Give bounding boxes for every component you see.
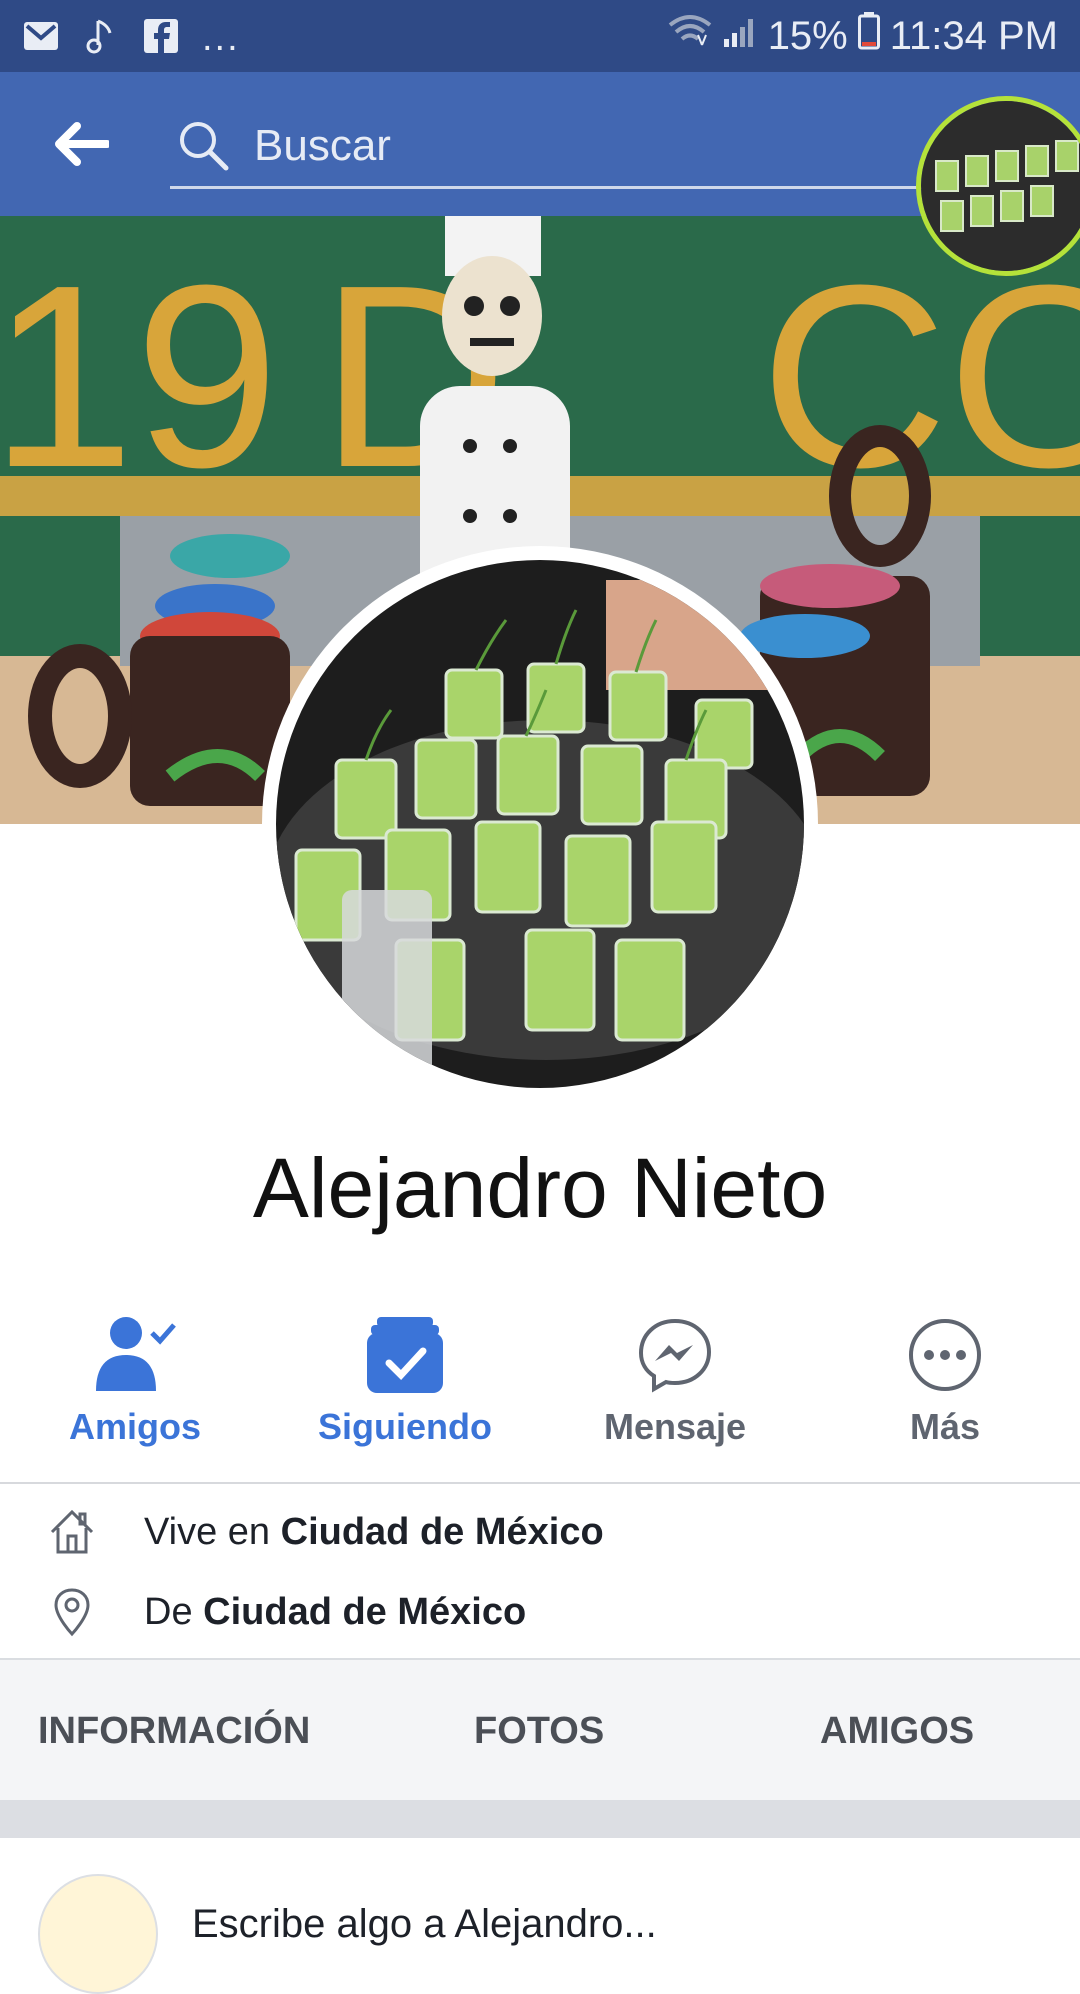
- following-button[interactable]: Siguiendo: [270, 1310, 540, 1480]
- composer-text: Escribe algo a Alejandro...: [192, 1902, 657, 1946]
- messenger-icon: [630, 1310, 720, 1400]
- back-arrow-icon: [55, 122, 109, 166]
- search-icon: [180, 122, 229, 171]
- profile-picture-image: [276, 560, 804, 1088]
- section-separator: [0, 1800, 1080, 1838]
- more-notifications: ...: [202, 16, 240, 59]
- following-label: Siguiendo: [318, 1406, 492, 1447]
- lives-in-row[interactable]: Vive en Ciudad de México: [0, 1492, 1080, 1572]
- search-input[interactable]: [252, 120, 816, 172]
- gmail-icon: [22, 17, 60, 55]
- tab-friends[interactable]: AMIGOS: [820, 1710, 974, 1753]
- wifi-icon: [668, 13, 712, 59]
- more-button[interactable]: Más: [810, 1310, 1080, 1480]
- composer-preview[interactable]: Escribe algo a Alejandro...: [0, 1838, 1080, 1994]
- lives-prefix: Vive en: [144, 1510, 271, 1553]
- battery-icon: [857, 12, 880, 60]
- from-city: Ciudad de México: [203, 1590, 527, 1633]
- more-label: Más: [909, 1406, 981, 1447]
- battery-percent: 15%: [767, 13, 848, 58]
- tab-photos[interactable]: FOTOS: [474, 1710, 604, 1753]
- profile-tabs: INFORMACIÓN FOTOS AMIGOS: [0, 1658, 1080, 1802]
- back-button[interactable]: [46, 112, 116, 176]
- tab-information[interactable]: INFORMACIÓN: [38, 1710, 310, 1753]
- signal-icon: [722, 13, 758, 59]
- message-label: Mensaje: [603, 1406, 747, 1447]
- composer-avatar: [38, 1874, 158, 1994]
- svg-text:19: 19: [0, 232, 279, 522]
- profile-name: Alejandro Nieto: [252, 1141, 828, 1235]
- friends-button[interactable]: Amigos: [0, 1310, 270, 1480]
- profile-actions: Amigos Siguiendo Mensaje Más: [0, 1310, 1080, 1480]
- profile-info: Vive en Ciudad de México De Ciudad de Mé…: [0, 1492, 1080, 1652]
- message-button[interactable]: Mensaje: [540, 1310, 810, 1480]
- home-icon: [42, 1502, 102, 1562]
- location-pin-icon: [42, 1582, 102, 1642]
- friends-check-icon: [90, 1310, 180, 1400]
- search-bar[interactable]: [170, 106, 930, 189]
- from-row[interactable]: De Ciudad de México: [0, 1572, 1080, 1652]
- lives-city: Ciudad de México: [280, 1510, 604, 1553]
- small-avatar-image: [921, 101, 1080, 271]
- friends-label: Amigos: [68, 1406, 201, 1447]
- music-note-icon: [82, 17, 120, 55]
- from-prefix: De: [144, 1590, 193, 1633]
- facebook-icon: [142, 17, 180, 55]
- profile-picture[interactable]: [262, 546, 818, 1102]
- more-dots-icon: [900, 1310, 990, 1400]
- divider: [0, 1482, 1080, 1484]
- clock: 11:34 PM: [889, 13, 1058, 58]
- following-check-icon: [360, 1310, 450, 1400]
- status-bar: ... 15% 11:34 PM: [0, 0, 1080, 72]
